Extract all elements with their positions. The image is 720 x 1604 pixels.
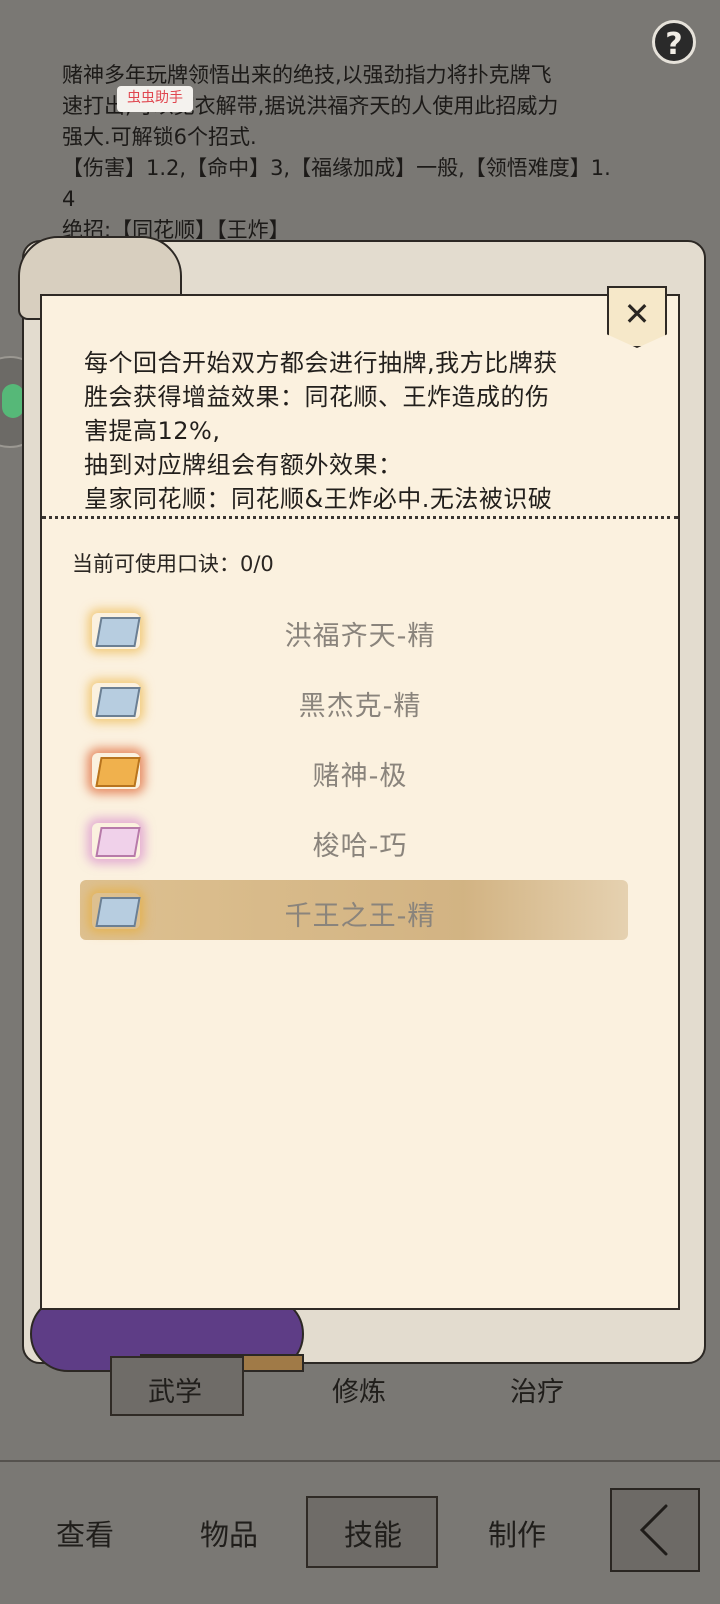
formula-label: 洪福齐天-精 bbox=[284, 620, 436, 652]
nav-items[interactable]: 物品 bbox=[200, 1512, 258, 1554]
formula-item[interactable]: 洪福齐天-精 bbox=[80, 598, 640, 668]
dotted-divider bbox=[42, 516, 678, 519]
help-button[interactable]: ? bbox=[652, 20, 696, 64]
tab-martial[interactable]: 武学 bbox=[148, 1370, 202, 1409]
skill-category-tabs: 武学 修炼 治疗 bbox=[108, 1356, 668, 1442]
formula-item[interactable]: 赌神-极 bbox=[80, 738, 640, 808]
tab-cultivate[interactable]: 修炼 bbox=[332, 1370, 386, 1409]
formula-item-selected[interactable]: 千王之王-精 bbox=[80, 878, 640, 948]
effect-line: 害提高12%, bbox=[84, 417, 221, 445]
desc-line: 【伤害】1.2,【命中】3,【福缘加成】一般,【领悟难度】1. bbox=[62, 156, 611, 180]
formula-item[interactable]: 黑杰克-精 bbox=[80, 668, 640, 738]
nav-craft[interactable]: 制作 bbox=[488, 1512, 546, 1554]
overlay-tag: 虫虫助手 bbox=[117, 86, 193, 112]
desc-line: 强大.可解锁6个招式. bbox=[62, 125, 257, 149]
usable-value: 0/0 bbox=[240, 552, 274, 576]
desc-line: 4 bbox=[62, 187, 76, 211]
formula-label: 赌神-极 bbox=[312, 760, 408, 792]
usable-label: 当前可使用口诀： bbox=[72, 552, 240, 576]
effect-line: 皇家同花顺：同花顺&王炸必中.无法被识破 bbox=[84, 485, 553, 513]
formula-label: 黑杰克-精 bbox=[298, 690, 422, 722]
effect-description: 每个回合开始双方都会进行抽牌,我方比牌获 胜会获得增益效果：同花顺、王炸造成的伤… bbox=[84, 346, 644, 516]
nav-skills[interactable]: 技能 bbox=[344, 1512, 402, 1554]
usable-formula-count: 当前可使用口诀：0/0 bbox=[72, 548, 274, 578]
formula-item[interactable]: 梭哈-巧 bbox=[80, 808, 640, 878]
formula-label: 梭哈-巧 bbox=[312, 830, 408, 862]
nav-view[interactable]: 查看 bbox=[56, 1512, 114, 1554]
assistant-icon bbox=[2, 384, 24, 418]
effect-line: 每个回合开始双方都会进行抽牌,我方比牌获 bbox=[84, 349, 558, 377]
back-arrow-icon bbox=[639, 1504, 668, 1556]
effect-line: 抽到对应牌组会有额外效果： bbox=[84, 451, 403, 479]
formula-label: 千王之王-精 bbox=[284, 900, 436, 932]
effect-line: 胜会获得增益效果：同花顺、王炸造成的伤 bbox=[84, 383, 550, 411]
tab-heal[interactable]: 治疗 bbox=[510, 1370, 564, 1409]
back-button[interactable] bbox=[610, 1488, 700, 1572]
formula-list: 洪福齐天-精 黑杰克-精 赌神-极 梭哈-巧 千王之王-精 bbox=[80, 598, 640, 948]
